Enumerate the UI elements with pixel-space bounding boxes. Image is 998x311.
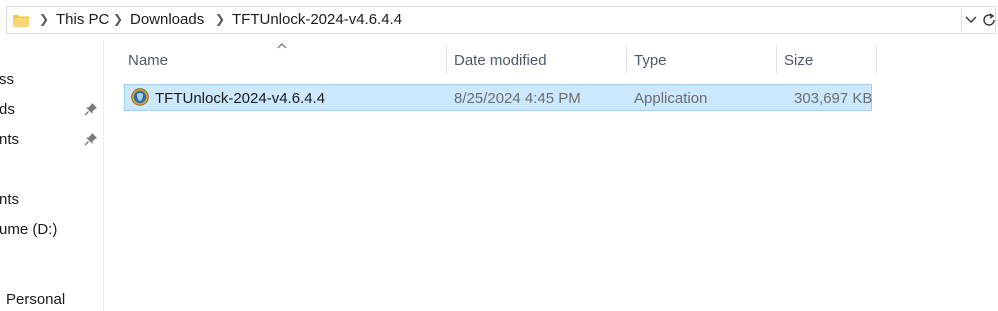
breadcrumb-separator-icon[interactable]: ❯ <box>113 12 123 26</box>
pin-icon <box>84 133 97 146</box>
column-header-type[interactable]: Type <box>634 52 667 69</box>
breadcrumb-current-folder[interactable]: TFTUnlock-2024-v4.6.4.4 <box>232 11 402 28</box>
column-header-name[interactable]: Name <box>128 52 168 69</box>
file-type: Application <box>634 90 708 107</box>
file-size: 303,697 KB <box>794 90 873 107</box>
column-divider[interactable] <box>626 44 627 74</box>
pin-icon <box>84 103 97 116</box>
nav-item-volume-d[interactable]: ume (D:) <box>0 221 57 238</box>
chevron-down-icon <box>965 16 977 23</box>
nav-item-onedrive-personal[interactable]: Personal <box>6 291 65 308</box>
column-header-size[interactable]: Size <box>784 52 813 69</box>
nav-item-quick-access[interactable]: ss <box>0 71 14 88</box>
nav-item-downloads[interactable]: ds <box>0 101 15 118</box>
folder-icon <box>13 15 29 27</box>
address-bar[interactable]: ❯ This PC ❯ Downloads ❯ TFTUnlock-2024-v… <box>6 6 996 34</box>
column-divider[interactable] <box>446 44 447 74</box>
column-header-date-modified[interactable]: Date modified <box>454 52 547 69</box>
breadcrumb-separator-icon[interactable]: ❯ <box>215 12 225 26</box>
nav-item-documents[interactable]: nts <box>0 131 19 148</box>
nav-item-documents-2[interactable]: nts <box>0 191 19 208</box>
file-name[interactable]: TFTUnlock-2024-v4.6.4.4 <box>155 90 325 107</box>
breadcrumb-this-pc[interactable]: This PC <box>56 11 109 28</box>
file-explorer-window: ❯ This PC ❯ Downloads ❯ TFTUnlock-2024-v… <box>0 0 998 311</box>
refresh-icon[interactable] <box>981 12 997 28</box>
breadcrumb-separator-icon[interactable]: ❯ <box>39 12 49 26</box>
app-shield-icon <box>131 88 149 106</box>
navigation-pane: ss ds nts nts ume (D:) Personal <box>0 40 104 311</box>
column-divider[interactable] <box>876 44 877 74</box>
file-date-modified: 8/25/2024 4:45 PM <box>454 90 581 107</box>
address-history-dropdown[interactable] <box>961 10 979 30</box>
breadcrumb-downloads[interactable]: Downloads <box>130 11 204 28</box>
column-divider[interactable] <box>776 44 777 74</box>
sort-ascending-icon <box>277 43 287 49</box>
